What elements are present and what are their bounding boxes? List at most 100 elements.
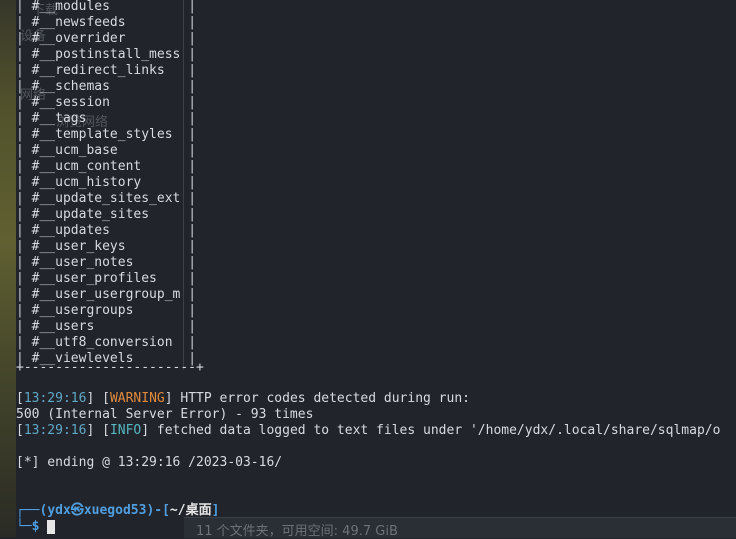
log-level-warning: WARNING <box>109 391 165 406</box>
table-right-border: | <box>188 239 197 254</box>
ending-line: [*] ending @ 13:29:16 /2023-03-16/ <box>16 455 283 470</box>
table-left-border: | <box>16 127 32 142</box>
table-padding <box>126 15 189 30</box>
table-right-border: | <box>188 15 197 30</box>
prompt-directory: ~/桌面 <box>169 503 212 518</box>
log-timestamp: 13:29:16 <box>23 423 87 438</box>
table-row: | #__redirect_links | <box>16 63 196 79</box>
table-left-border: | <box>16 239 32 254</box>
table-row: | #__user_profiles | <box>16 271 196 287</box>
table-padding <box>110 0 188 14</box>
text-cursor <box>47 519 56 534</box>
table-padding <box>126 31 189 46</box>
log-message: HTTP error codes detected during run: <box>172 391 470 406</box>
prompt-symbol: $ <box>31 519 40 534</box>
table-row: | #__ucm_content | <box>16 159 196 175</box>
table-left-border: | <box>16 303 32 318</box>
table-padding <box>118 143 188 158</box>
log-level-info: INFO <box>109 423 142 438</box>
table-name-cell: #__user_keys <box>31 239 126 254</box>
table-padding <box>133 303 188 318</box>
table-row: | #__user_keys | <box>16 239 196 255</box>
table-padding <box>86 111 188 126</box>
log-http-error-line: 500 (Internal Server Error) - 93 times <box>16 407 314 422</box>
table-name-cell: #__users <box>31 319 95 334</box>
table-left-border: | <box>16 79 32 94</box>
table-right-border: | <box>188 143 197 158</box>
table-name-cell: #__newsfeeds <box>31 15 126 30</box>
table-name-cell: #__ucm_history <box>31 175 142 190</box>
table-right-border: | <box>188 63 197 78</box>
table-right-border: | <box>188 47 197 62</box>
table-name-cell: #__session <box>31 95 110 110</box>
table-right-border: | <box>188 223 197 238</box>
prompt-input-line[interactable]: └─$ <box>16 519 56 535</box>
table-right-border: | <box>188 127 197 142</box>
table-name-cell: #__user_usergroup_m <box>31 287 181 302</box>
prompt-user: ydx <box>47 503 71 518</box>
table-right-border: | <box>188 0 197 14</box>
log-timestamp: 13:29:16 <box>23 391 87 406</box>
table-padding <box>133 255 188 270</box>
table-padding <box>141 175 188 190</box>
table-name-cell: #__template_styles <box>31 127 173 142</box>
table-row: | #__modules | <box>16 0 196 15</box>
desktop-wallpaper-edge <box>0 0 16 537</box>
table-padding <box>110 223 188 238</box>
table-left-border: | <box>16 255 32 270</box>
table-name-cell: #__ucm_base <box>31 143 118 158</box>
table-name-cell: #__updates <box>31 223 110 238</box>
table-left-border: | <box>16 271 32 286</box>
table-row: | #__user_usergroup_m | <box>16 287 196 303</box>
table-right-border: | <box>188 207 197 222</box>
log-warning-line: [13:29:16] [WARNING] HTTP error codes de… <box>16 391 470 406</box>
table-padding <box>173 335 189 350</box>
table-left-border: | <box>16 63 32 78</box>
table-name-cell: #__tags <box>31 111 87 126</box>
table-name-cell: #__schemas <box>31 79 110 94</box>
table-row: | #__ucm_history | <box>16 175 196 191</box>
table-right-border: | <box>188 31 197 46</box>
table-left-border: | <box>16 319 32 334</box>
terminal-window[interactable]: 下载 设备 网络 浏览网络 | #__modules | | #__newsfee… <box>0 0 736 539</box>
table-right-border: | <box>188 255 197 270</box>
table-row: | #__updates | <box>16 223 196 239</box>
table-row: | #__ucm_base | <box>16 143 196 159</box>
table-padding <box>141 159 188 174</box>
table-padding <box>165 63 188 78</box>
table-right-border: | <box>188 271 197 286</box>
table-right-border: | <box>188 95 197 110</box>
table-row: | #__users | <box>16 319 196 335</box>
file-manager-status-bar: 11 个文件夹，可用空间: 49.7 GiB <box>184 517 736 539</box>
table-left-border: | <box>16 175 32 190</box>
table-row: | #__tags | <box>16 111 196 127</box>
free-space-label: 11 个文件夹，可用空间: 49.7 GiB <box>196 524 398 539</box>
table-left-border: | <box>16 47 32 62</box>
table-left-border: | <box>16 143 32 158</box>
table-left-border: | <box>16 207 32 222</box>
table-padding <box>110 79 188 94</box>
table-right-border: | <box>188 79 197 94</box>
table-name-cell: #__modules <box>31 0 110 14</box>
log-info-line: [13:29:16] [INFO] fetched data logged to… <box>16 423 721 438</box>
table-row: | #__overrider | <box>16 31 196 47</box>
table-padding <box>94 319 188 334</box>
log-message: fetched data logged to text files under … <box>149 423 721 438</box>
table-left-border: | <box>16 287 32 302</box>
table-right-border: | <box>188 111 197 126</box>
table-left-border: | <box>16 0 32 14</box>
table-left-border: | <box>16 159 32 174</box>
table-right-border: | <box>188 335 197 350</box>
table-name-cell: #__overrider <box>31 31 126 46</box>
table-row: | #__template_styles | <box>16 127 196 143</box>
table-name-cell: #__ucm_content <box>31 159 142 174</box>
table-row: | #__schemas | <box>16 79 196 95</box>
prompt-at-symbol: ㉿ <box>70 503 84 518</box>
table-right-border: | <box>188 319 197 334</box>
table-row: | #__newsfeeds | <box>16 15 196 31</box>
table-name-cell: #__user_profiles <box>31 271 157 286</box>
table-name-cell: #__update_sites_ext <box>31 191 181 206</box>
table-padding <box>173 127 189 142</box>
table-right-border: | <box>188 191 197 206</box>
table-name-cell: #__postinstall_mess <box>31 47 181 62</box>
